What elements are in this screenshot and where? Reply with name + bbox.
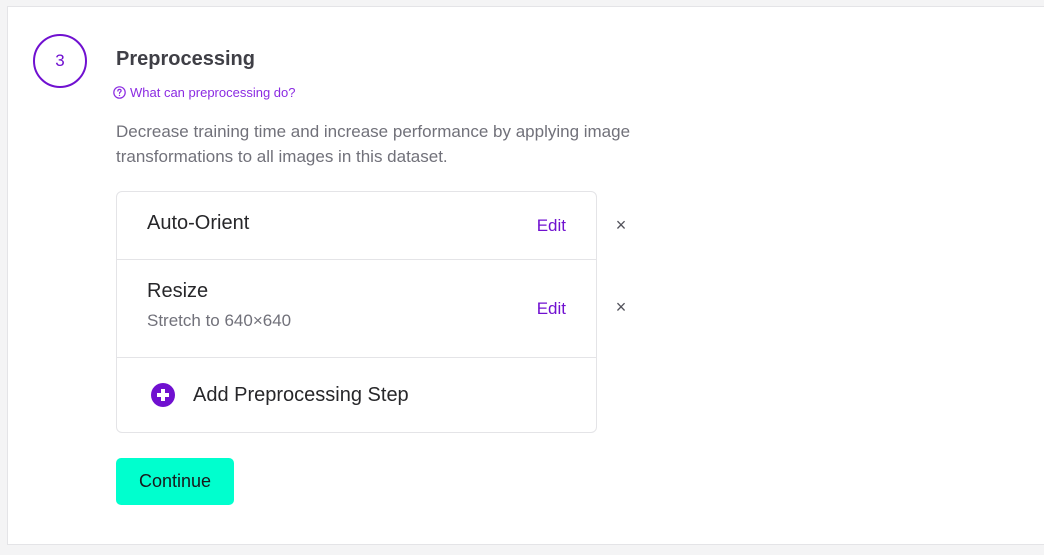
step-number: 3 (55, 51, 65, 70)
step-detail: Stretch to 640×640 (147, 311, 292, 330)
preprocessing-step-resize: Resize Stretch to 640×640 Edit (117, 260, 596, 358)
help-link[interactable]: What can preprocessing do? (113, 85, 295, 100)
preprocessing-section: 3 Preprocessing What can preprocessing d… (7, 6, 1044, 545)
step-name: Auto-Orient (147, 212, 250, 234)
step-name: Resize (147, 280, 209, 302)
section-description: Decrease training time and increase perf… (116, 122, 631, 166)
preprocessing-steps-list: Auto-Orient Edit Resize Stretch to 640×6… (116, 191, 597, 433)
preprocessing-step-auto-orient: Auto-Orient Edit (117, 192, 596, 260)
step-number-badge: 3 (33, 34, 87, 88)
continue-button[interactable]: Continue (116, 458, 234, 505)
close-icon[interactable]: × (613, 216, 629, 234)
question-circle-icon (113, 86, 126, 99)
help-link-label[interactable]: What can preprocessing do? (130, 85, 295, 100)
add-preprocessing-step-button[interactable]: Add Preprocessing Step (151, 383, 409, 407)
plus-circle-icon (151, 383, 175, 407)
close-icon[interactable]: × (613, 298, 629, 316)
section-title: Preprocessing (116, 48, 255, 70)
add-step-label[interactable]: Add Preprocessing Step (193, 384, 409, 407)
edit-auto-orient-button[interactable]: Edit (537, 216, 566, 236)
edit-resize-button[interactable]: Edit (537, 299, 566, 319)
add-step-row: Add Preprocessing Step (117, 358, 596, 433)
